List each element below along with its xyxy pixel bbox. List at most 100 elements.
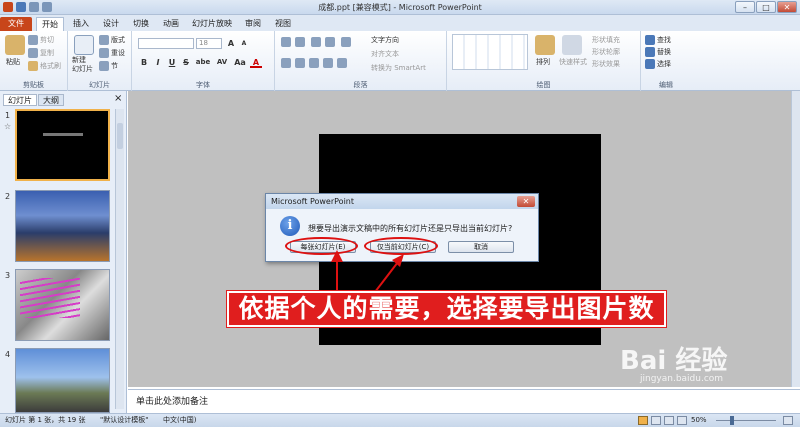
shadow-button[interactable]: abe [194,57,212,68]
paste-icon[interactable] [5,35,25,55]
normal-view-icon[interactable] [638,416,648,425]
find-button[interactable]: 查找 [657,35,671,45]
slide-thumbnail-3[interactable] [15,269,110,341]
slide-thumbnail-2[interactable] [15,190,110,262]
increase-indent-icon[interactable] [325,37,335,47]
replace-button[interactable]: 替换 [657,47,671,57]
slides-pane: 幻灯片 大纲 × 1 ☆ 2 3 4 [0,91,127,413]
tab-slideshow[interactable]: 幻灯片放映 [188,17,236,31]
clipboard-label: 剪贴板 [23,81,44,89]
paragraph-label: 段落 [353,81,368,89]
tab-home[interactable]: 开始 [36,17,64,31]
align-center-icon[interactable] [295,58,305,68]
align-right-icon[interactable] [309,58,319,68]
zoom-slider-thumb[interactable] [730,416,734,425]
slideshow-view-icon[interactable] [677,416,687,425]
reset-icon [99,48,109,58]
smartart-button[interactable]: 转换为 SmartArt [371,63,426,73]
paste-button[interactable]: 粘贴 [6,57,20,67]
editing-label: 编辑 [659,81,673,89]
annotation-caption: 依据个人的需要，选择要导出图片数 [227,291,666,327]
bold-button[interactable]: B [138,57,150,68]
decrease-indent-icon[interactable] [311,37,321,47]
section-icon [99,61,109,71]
shape-effects-button[interactable]: 形状效果 [592,59,620,69]
arrange-icon[interactable] [535,35,555,55]
quick-styles-icon[interactable] [562,35,582,55]
quick-styles-button[interactable]: 快速样式 [559,57,587,67]
numbering-icon[interactable] [295,37,305,47]
tab-view[interactable]: 视图 [270,17,296,31]
new-slide-icon[interactable] [74,35,94,55]
tab-outline-pane[interactable]: 大纲 [38,94,64,106]
language-status[interactable]: 中文(中国) [163,414,196,427]
italic-button[interactable]: I [152,57,164,68]
copy-button[interactable]: 复制 [40,48,54,58]
font-color-button[interactable]: A [250,57,262,68]
justify-icon[interactable] [323,58,333,68]
arrange-button[interactable]: 排列 [536,57,550,67]
dialog-close-button[interactable]: ✕ [517,196,535,207]
shapes-gallery[interactable] [452,34,528,70]
slide-thumbnail-4[interactable] [15,348,110,413]
new-slide-button[interactable]: 新建 幻灯片 [72,56,93,74]
shape-fill-button[interactable]: 形状填充 [592,35,620,45]
format-painter-icon [28,61,38,71]
pane-close-icon[interactable]: × [114,93,122,104]
minimize-button[interactable]: – [735,1,755,13]
section-button[interactable]: 节 [111,61,118,71]
pane-scrollbar[interactable] [115,109,124,409]
fit-to-window-icon[interactable] [783,416,793,425]
format-painter-button[interactable]: 格式刷 [40,61,61,71]
sorter-view-icon[interactable] [651,416,661,425]
reading-view-icon[interactable] [664,416,674,425]
shrink-font-button[interactable]: A [238,38,250,49]
zoom-level[interactable]: 50% [691,414,707,427]
grow-font-button[interactable]: A [225,38,237,49]
tab-review[interactable]: 审阅 [240,17,266,31]
thumb-number-2: 2 [5,192,11,201]
tab-animations[interactable]: 动画 [158,17,184,31]
edit-scrollbar[interactable] [791,91,800,387]
layout-button[interactable]: 版式 [111,35,125,45]
thumb1-text [43,133,83,136]
change-case-button[interactable]: Aa [232,57,248,68]
char-spacing-button[interactable]: AV [214,57,230,68]
text-direction-button[interactable]: 文字方向 [371,35,399,45]
window-title: 成都.ppt [兼容模式] - Microsoft PowerPoint [318,3,482,12]
reset-button[interactable]: 重设 [111,48,125,58]
scrollbar-thumb[interactable] [117,123,123,149]
columns-icon[interactable] [337,58,347,68]
tab-design[interactable]: 设计 [98,17,124,31]
animation-star-icon: ☆ [4,122,12,131]
tab-slides-pane[interactable]: 幻灯片 [3,94,37,106]
strikethrough-button[interactable]: S [180,57,192,68]
underline-button[interactable]: U [166,57,178,68]
align-text-button[interactable]: 对齐文本 [371,49,399,59]
line-spacing-icon[interactable] [341,37,351,47]
bullets-icon[interactable] [281,37,291,47]
notes-pane[interactable]: 单击此处添加备注 [128,389,800,413]
thumb-number-1: 1 [5,111,11,120]
slides-group: 新建 幻灯片 版式 重设 节 幻灯片 [68,31,132,91]
theme-status: "默认设计模板" [100,416,149,424]
slides-label: 幻灯片 [89,81,110,89]
cut-button[interactable]: 剪切 [40,35,54,45]
cancel-button[interactable]: 取消 [448,241,514,253]
maximize-button[interactable]: □ [756,1,776,13]
font-name-combo[interactable] [138,38,194,49]
tab-file[interactable]: 文件 [0,17,32,31]
zoom-slider[interactable] [716,416,776,425]
shape-outline-button[interactable]: 形状轮廓 [592,47,620,57]
slide-thumbnail-1[interactable] [15,109,110,181]
select-button[interactable]: 选择 [657,59,671,69]
close-button[interactable]: ✕ [777,1,797,13]
baidu-watermark-url: jingyan.baidu.com [640,374,724,384]
align-left-icon[interactable] [281,58,291,68]
tab-transitions[interactable]: 切换 [128,17,154,31]
ribbon: 粘贴 剪切 复制 格式刷 剪贴板 新建 幻灯片 版式 重设 节 幻灯片 18 A… [0,31,800,91]
font-size-combo[interactable]: 18 [196,38,222,49]
dialog-message: 想要导出演示文稿中的所有幻灯片还是只导出当前幻灯片? [308,224,513,233]
status-bar: 幻灯片 第 1 张，共 19 张 "默认设计模板" 中文(中国) 50% [0,413,800,427]
tab-insert[interactable]: 插入 [68,17,94,31]
